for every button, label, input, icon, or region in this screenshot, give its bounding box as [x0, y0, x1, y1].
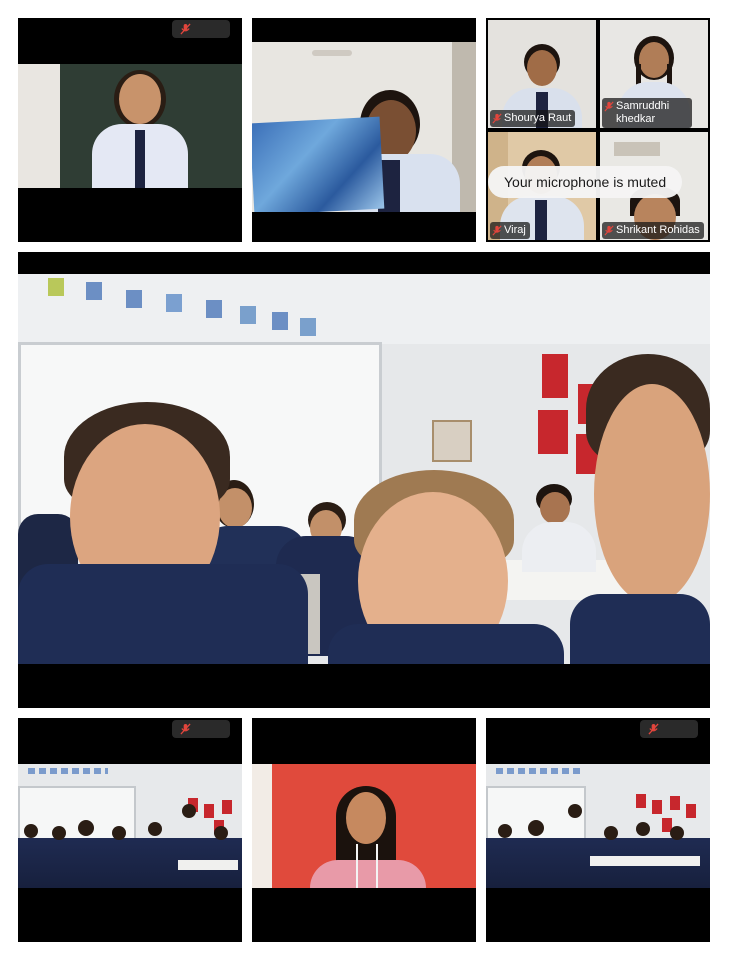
video-tile-classroom-left[interactable] — [18, 718, 242, 942]
participant-name-tag: Viraj — [490, 222, 530, 239]
participant-name-tag: Shrikant Rohidas — [602, 222, 704, 239]
mic-muted-icon — [648, 723, 659, 735]
muted-mic-indicator — [172, 20, 230, 38]
participant-tile-samruddhi[interactable]: Samruddhi khedkar — [600, 20, 708, 128]
video-tile-girl-at-board[interactable] — [18, 18, 242, 242]
video-tile-classroom-main[interactable] — [18, 252, 710, 708]
participant-name: Samruddhi khedkar — [616, 100, 670, 125]
mic-muted-icon — [180, 23, 191, 35]
video-tile-classroom-right[interactable] — [486, 718, 710, 942]
mic-muted-icon — [604, 225, 614, 236]
participant-name: Viraj — [504, 224, 526, 236]
video-feed — [486, 764, 710, 888]
video-tile-boy-with-painting[interactable] — [252, 18, 476, 242]
mic-muted-icon — [492, 225, 502, 236]
participant-tile-shourya[interactable]: Shourya Raut — [488, 20, 596, 128]
mic-muted-icon — [604, 101, 614, 112]
video-feed — [252, 42, 476, 212]
video-feed — [18, 274, 710, 664]
mic-muted-icon — [492, 113, 502, 124]
participant-name-tag: Samruddhi khedkar — [602, 98, 692, 128]
microphone-muted-toast: Your microphone is muted — [488, 166, 683, 198]
video-feed — [252, 764, 476, 888]
participant-name: Shourya Raut — [504, 112, 572, 124]
video-tile-teacher[interactable] — [252, 718, 476, 942]
video-feed — [18, 764, 242, 888]
participant-name: Shrikant Rohidas — [616, 224, 700, 236]
video-feed — [18, 64, 242, 188]
grid-divider — [486, 129, 710, 131]
participant-name-tag: Shourya Raut — [490, 110, 576, 127]
muted-mic-indicator — [640, 720, 698, 738]
video-tile-gallery-grid[interactable]: Shourya Raut Samruddhi khedkar Viraj Shr… — [486, 18, 710, 242]
mic-muted-icon — [180, 723, 191, 735]
muted-mic-indicator — [172, 720, 230, 738]
